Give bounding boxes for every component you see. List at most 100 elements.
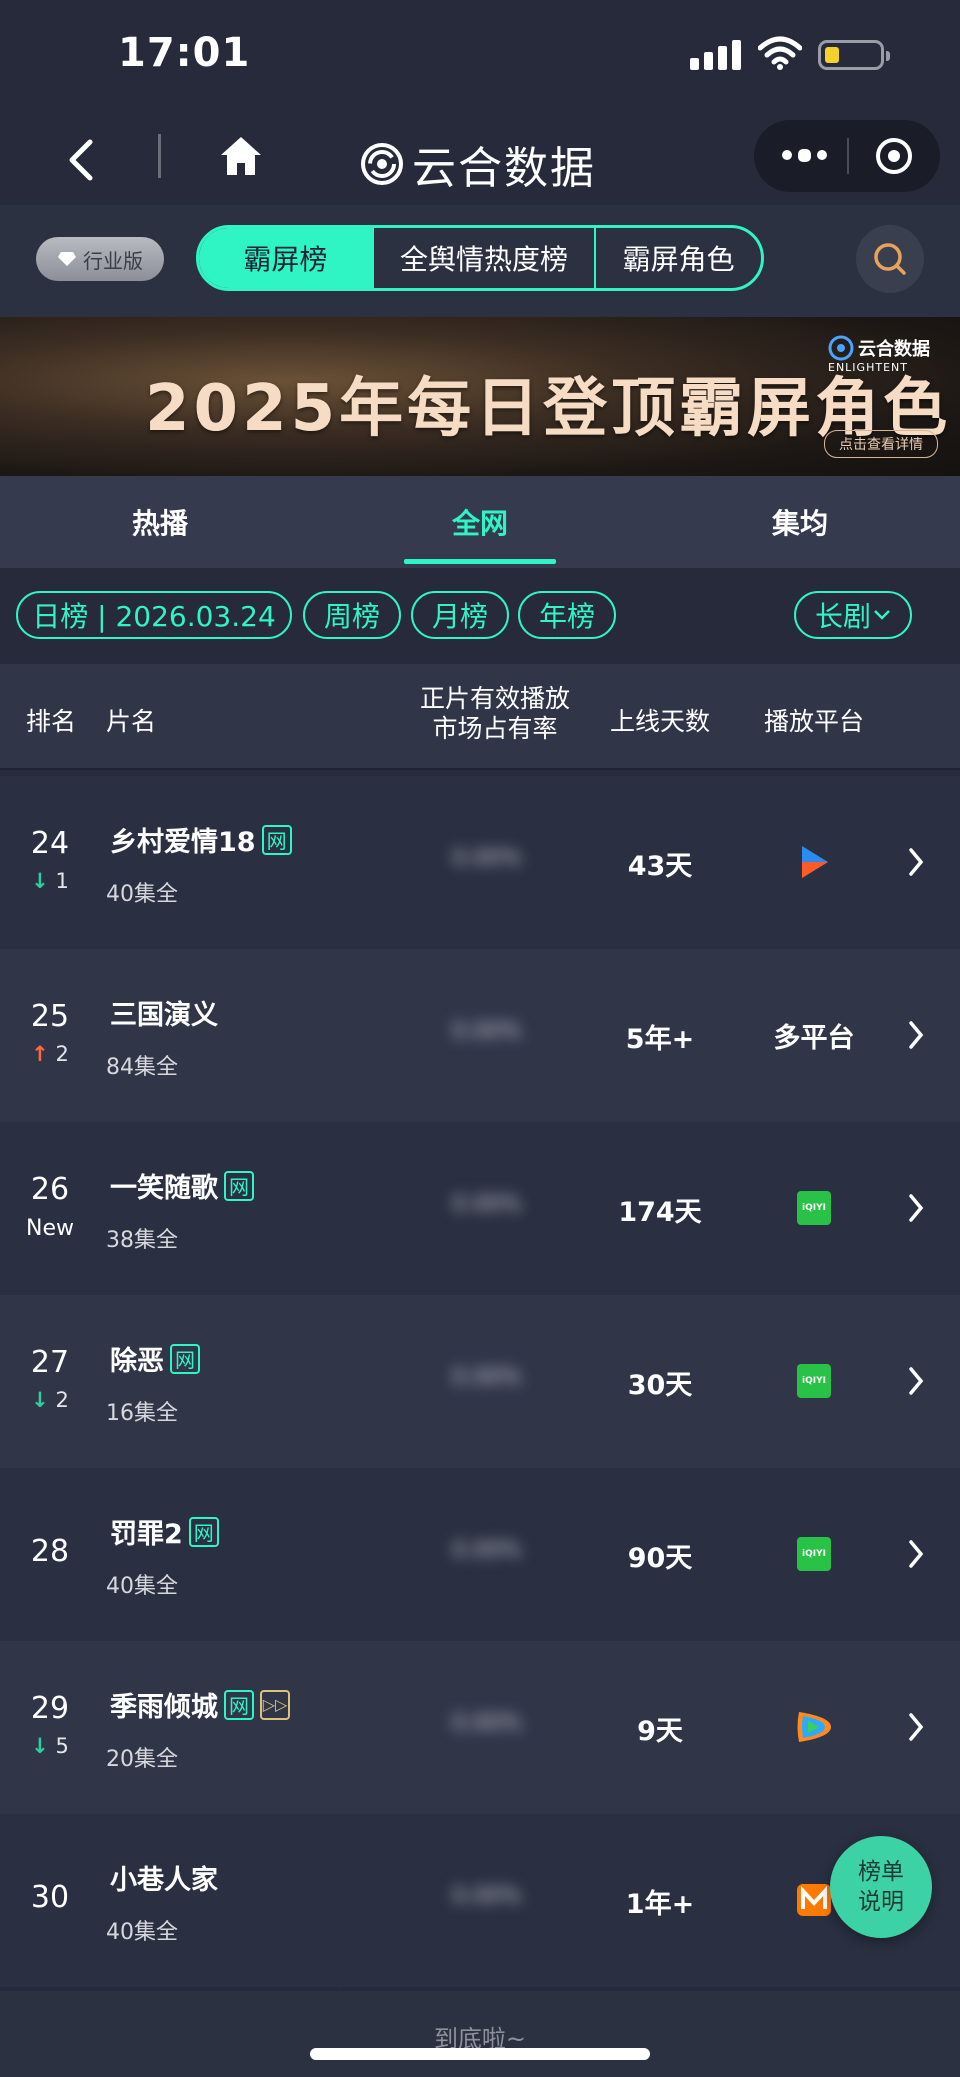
drama-title: 小巷人家 [110,1865,218,1896]
scope-tabs: 热播 全网 集均 [0,476,960,568]
episode-count: 40集全 [106,1574,178,1599]
segment-bapingbang[interactable]: 霸屏榜 [199,228,372,288]
industry-badge[interactable]: 行业版 [36,237,164,281]
header-days: 上线天数 [610,707,711,736]
tencent-video-icon [797,1712,831,1742]
arrow-up-icon: ↑ [31,1042,49,1066]
segment-quanyuqing[interactable]: 全舆情热度榜 [371,228,594,288]
table-row[interactable]: 30 小巷人家 40集全 0.00% 1年+ [0,1814,960,1987]
days-online: 1年+ [625,1889,695,1920]
app-title: 云合数据 [412,143,596,194]
rank-number: 28 [30,1534,70,1569]
rank-change: ↓ 5 [31,1734,69,1758]
chevron-right-icon[interactable] [906,842,928,882]
platform-cell: iQIYI [764,1532,864,1576]
web-drama-tag: 网 [224,1689,254,1720]
close-mini-program-icon[interactable] [876,138,912,174]
platform-cell: 多平台 [773,1022,855,1054]
chart-switcher-bar: 行业版 霸屏榜 全舆情热度榜 霸屏角色 [0,205,960,317]
chart-explanation-button[interactable]: 榜单 说明 [830,1836,932,1938]
list-footer: 到底啦~ [0,1991,960,2077]
mgtv-icon [797,1884,831,1916]
table-row[interactable]: 26 New 一笑随歌网 38集全 0.00% 174天 iQIYI [0,1122,960,1295]
rank-number: 25 [30,999,70,1034]
tab-quanwang[interactable]: 全网 [320,476,640,568]
platform-cell: iQIYI [764,1186,864,1230]
episode-count: 16集全 [106,1401,178,1426]
episode-count: 84集全 [106,1055,178,1080]
rank-number: 30 [30,1880,70,1915]
chevron-right-icon[interactable] [906,1707,928,1747]
header-share: 正片有效播放 市场占有率 [419,684,570,743]
banner-logo: 云合数据 ENLIGHTENT [828,335,930,374]
chevron-right-icon[interactable] [906,1015,928,1055]
home-icon[interactable] [218,134,264,178]
tab-rebo[interactable]: 热播 [0,476,320,568]
days-online: 90天 [627,1543,693,1574]
daily-chart-date-pill[interactable]: 日榜 | 2026.03.24 [16,591,292,639]
banner-detail-button[interactable]: 点击查看详情 [824,430,938,458]
yunhe-logo-icon [361,143,403,185]
battery-icon [818,40,890,70]
table-row[interactable]: 28 罚罪2 网 40集全 0.00% 90天 iQIYI [0,1468,960,1641]
rank-number: 29 [30,1691,70,1726]
drama-title: 乡村爱情18 网 [110,820,292,859]
days-online: 30天 [627,1370,693,1401]
iqiyi-icon: iQIYI [797,1191,831,1225]
platform-cell [764,840,864,884]
yearly-chart-pill[interactable]: 年榜 [518,591,616,639]
table-header: 排名 片名 正片有效播放 市场占有率 上线天数 播放平台 [0,664,960,770]
chevron-right-icon[interactable] [906,1361,928,1401]
status-bar: 17:01 [0,0,960,110]
table-row[interactable]: 27 ↓ 2 除恶网 16集全 0.00% 30天 iQIYI [0,1295,960,1468]
advance-play-icon: ▷▷ [260,1689,290,1720]
segment-baping-role[interactable]: 霸屏角色 [594,228,761,288]
header-name: 片名 [106,707,157,736]
mini-program-capsule [754,120,940,192]
drama-title: 除恶网 [110,1339,200,1378]
header-rank: 排名 [26,707,77,736]
web-drama-tag: 网 [261,824,292,855]
table-row[interactable]: 25 ↑ 2 三国演义 84集全 0.00% 5年+ 多平台 [0,949,960,1122]
filter-bar: 日榜 | 2026.03.24 周榜 月榜 年榜 长剧 [0,568,960,664]
episode-count: 40集全 [106,1920,178,1945]
rank-change: ↓ 1 [31,869,69,893]
rank-number: 27 [30,1345,70,1380]
new-entry-badge: New [26,1216,74,1241]
arrow-down-icon: ↓ [31,869,49,893]
chevron-right-icon[interactable] [906,1188,928,1228]
chevron-right-icon[interactable] [906,1534,928,1574]
nav-bar: 云合数据 [0,110,960,205]
weekly-chart-pill[interactable]: 周榜 [303,591,401,639]
back-icon[interactable] [66,138,94,182]
episode-count: 40集全 [106,882,178,907]
wifi-icon [758,36,802,70]
days-online: 174天 [618,1197,702,1228]
web-drama-tag: 网 [224,1170,254,1201]
rank-number: 24 [30,826,70,861]
app-logo: 云合数据 [360,132,596,196]
episode-count: 20集全 [106,1747,178,1772]
search-button[interactable] [856,225,924,293]
status-time: 17:01 [118,30,251,76]
drama-type-dropdown[interactable]: 长剧 [794,591,912,639]
promo-banner[interactable]: 2025年每日登顶霸屏角色 云合数据 ENLIGHTENT 点击查看详情 [0,317,960,476]
tab-jijun[interactable]: 集均 [640,476,960,568]
chart-segmented-control: 霸屏榜 全舆情热度榜 霸屏角色 [196,225,764,291]
iqiyi-icon: iQIYI [797,1364,831,1398]
table-row[interactable]: 29 ↓ 5 季雨倾城网 ▷▷ 20集全 0.00% 9天 [0,1641,960,1814]
search-icon [874,243,906,275]
drama-title: 季雨倾城网 ▷▷ [110,1685,290,1724]
monthly-chart-pill[interactable]: 月榜 [411,591,509,639]
more-icon[interactable] [782,149,827,162]
header-platform: 播放平台 [764,707,865,736]
market-share-blurred: 0.00% [452,1711,522,1736]
home-indicator [310,2048,650,2060]
arrow-down-icon: ↓ [31,1734,49,1758]
diamond-icon [58,252,76,266]
web-drama-tag: 网 [188,1516,219,1547]
table-row[interactable]: 24 ↓ 1 乡村爱情18 网 40集全 0.00% 43天 [0,776,960,949]
rank-number: 26 [30,1172,70,1207]
drama-title: 三国演义 [110,1000,218,1031]
market-share-blurred: 0.00% [452,1019,522,1044]
